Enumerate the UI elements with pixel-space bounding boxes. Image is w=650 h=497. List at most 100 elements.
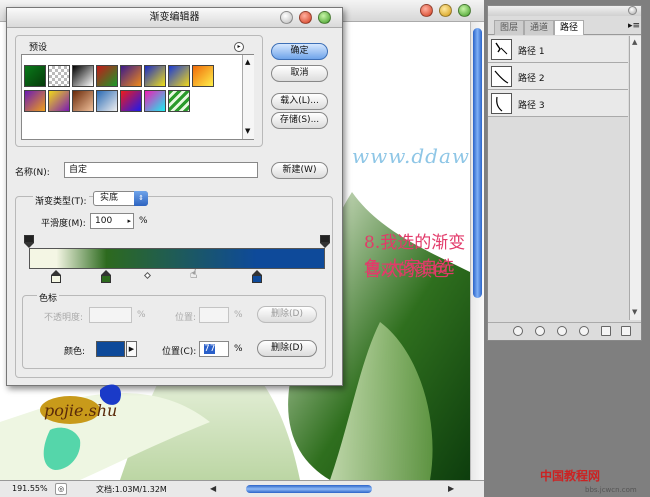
yellow-violet-gradient-swatch[interactable] [48,90,70,112]
panel-scrollbar[interactable]: ▲ ▼ [629,36,641,320]
load-button[interactable]: 载入(L)... [271,93,328,110]
scroll-down-icon[interactable]: ▼ [632,308,637,316]
smoothness-value: 100 [95,216,113,226]
color-location-label: 位置(C): [162,347,197,357]
scroll-up-icon[interactable]: ▲ [245,58,250,66]
new-button[interactable]: 新建(W) [271,162,328,179]
opacity-location-label: 位置: [175,313,197,323]
trash-icon[interactable] [621,326,631,336]
path-thumbnail-icon [491,39,512,60]
cancel-button[interactable]: 取消 [271,65,328,82]
stroke-path-icon[interactable] [535,326,545,336]
name-label: 名称(N): [15,168,50,178]
path-list: 路径 1 路径 2 路径 3 [488,36,628,117]
panel-title-bar[interactable] [488,6,641,16]
path-label: 路径 1 [518,47,545,57]
status-menu-icon[interactable]: ◎ [55,483,67,495]
delete-color-stop-button[interactable]: 删除(D) [257,340,317,357]
opacity-label: 不透明度: [44,313,84,323]
save-button[interactable]: 存储(S)... [271,112,328,129]
presets-grid: ▲ ▼ [21,54,254,140]
close-window-button[interactable] [420,4,433,17]
opacity-location-percent: % [234,310,243,320]
minimize-window-button[interactable] [439,4,452,17]
opacity-input [89,307,132,323]
blue-yellow-blue-gradient-swatch[interactable] [168,65,190,87]
dialog-title-bar[interactable]: 渐变编辑器 [7,8,342,28]
logo-text: pojie.shu [44,401,117,420]
path-row-2[interactable]: 路径 2 [488,63,628,90]
green-stripes-swatch[interactable] [168,90,190,112]
scroll-right-icon[interactable]: ▶ [448,484,454,493]
name-input[interactable]: 自定 [64,162,258,178]
path-thumbnail-icon [491,93,512,114]
opacity-percent: % [137,310,146,320]
cn-tutorial-logo: 中国教程网 [540,469,601,483]
gradient-type-label: 渐变类型(T): [33,194,89,207]
panel-tabs: 图层 通道 路径 ▸≡ [488,18,641,35]
tab-channels[interactable]: 通道 [524,20,555,35]
path-row-3[interactable]: 路径 3 [488,90,628,117]
select-arrows-icon: ⇕ [134,191,148,206]
red-green-gradient-swatch[interactable] [96,65,118,87]
color-label: 颜色: [64,347,86,357]
fill-path-icon[interactable] [513,326,523,336]
smoothness-percent: % [139,216,148,226]
blue-red-yellow-gradient-swatch[interactable] [144,65,166,87]
vertical-scroll-thumb[interactable] [473,28,482,298]
dialog-close-button[interactable] [299,11,312,24]
panel-menu-icon[interactable]: ▸≡ [628,21,640,31]
color-location-value: 77 [204,344,216,354]
color-location-input[interactable]: 77 [199,341,229,357]
color-menu-arrow-icon[interactable]: ▶ [126,341,137,357]
tab-paths[interactable]: 路径 [554,20,585,35]
copper-gradient-swatch[interactable] [72,90,94,112]
cn-tutorial-url: bbs.jcwcn.com [585,486,637,494]
load-selection-icon[interactable] [557,326,567,336]
vertical-scrollbar[interactable] [470,22,484,480]
smoothness-arrow-icon[interactable]: ▸ [127,214,131,228]
document-size-info: 文档:1.03M/1.32M [96,485,167,494]
violet-green-orange-gradient-swatch[interactable] [24,90,46,112]
dialog-zoom-button[interactable] [318,11,331,24]
opacity-location-input [199,307,229,323]
zoom-level[interactable]: 191.55% [12,484,48,493]
checker-transparent-swatch[interactable] [48,65,70,87]
presets-menu-icon[interactable]: ▸ [234,42,244,52]
scroll-down-icon[interactable]: ▼ [245,127,250,135]
smoothness-input[interactable]: 100 ▸ [90,213,134,229]
dialog-gray-button[interactable] [280,11,293,24]
zoom-window-button[interactable] [458,4,471,17]
gradient-preview-bar[interactable] [29,248,325,269]
make-work-path-icon[interactable] [579,326,589,336]
new-path-icon[interactable] [601,326,611,336]
delete-opacity-stop-button: 删除(D) [257,306,317,323]
scroll-left-icon[interactable]: ◀ [210,484,216,493]
path-label: 路径 3 [518,101,545,111]
ok-button[interactable]: 确定 [271,43,328,60]
path-row-1[interactable]: 路径 1 [488,36,628,63]
pojie-logo: pojie.shu [30,380,160,478]
green-black-gradient-swatch[interactable] [24,65,46,87]
orange-yellow-gradient-swatch[interactable] [192,65,214,87]
status-bar: 191.55% ◎ 文档:1.03M/1.32M ◀ ▶ [0,480,484,497]
spectrum-gradient-swatch[interactable] [120,90,142,112]
stop-color-swatch[interactable] [96,341,125,357]
black-white-gradient-swatch[interactable] [72,65,94,87]
gradient-editor-dialog: 渐变编辑器 预设 ▸ ▲ ▼ 确定 取消 载入(L)... 存储(S)... 名… [6,7,343,386]
path-label: 路径 2 [518,74,545,84]
tab-layers[interactable]: 图层 [494,20,525,35]
violet-orange-gradient-swatch[interactable] [120,65,142,87]
panel-close-button[interactable] [628,6,637,15]
path-thumbnail-icon [491,66,512,87]
dialog-title: 渐变编辑器 [149,12,200,23]
gradient-type-select[interactable]: 实底 ⇕ [93,191,148,206]
paths-panel: 图层 通道 路径 ▸≡ 路径 1 路径 2 路径 3 ▲ ▼ [487,5,642,341]
stops-group-label: 色标 [37,291,60,304]
horizontal-scrollbar[interactable]: ◀ ▶ [210,483,468,495]
horizontal-scroll-thumb[interactable] [246,485,372,493]
presets-scrollbar[interactable]: ▲ ▼ [242,55,254,139]
chrome-gradient-swatch[interactable] [96,90,118,112]
rainbow-gradient-swatch[interactable] [144,90,166,112]
scroll-up-icon[interactable]: ▲ [632,38,637,46]
